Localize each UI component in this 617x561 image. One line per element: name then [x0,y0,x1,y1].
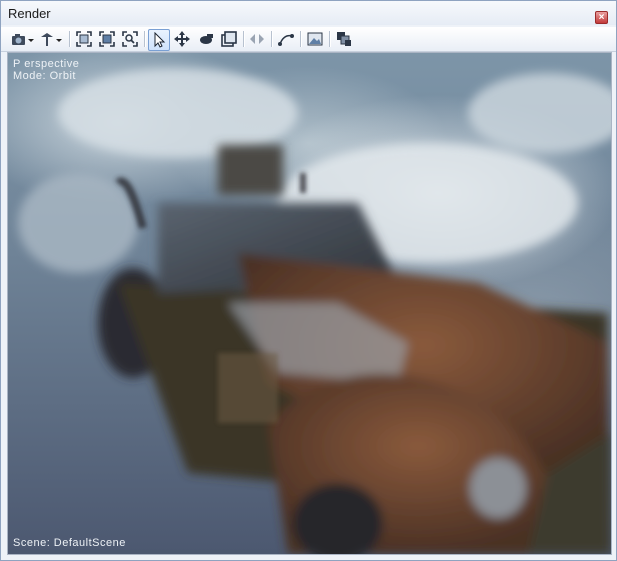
path-icon [278,34,294,46]
snap-button[interactable] [247,29,267,49]
light-icon [41,33,62,46]
rotate-icon [200,34,213,44]
mode-label: Mode: Orbit [13,70,76,82]
scene-label: Scene: DefaultScene [13,537,126,549]
image-icon [307,32,323,46]
zoom-extents-icon [122,31,138,47]
fit-view-button[interactable] [74,29,94,49]
frame-selected-icon [99,31,115,47]
frame-icon [76,31,92,47]
projection-label: P erspective [13,58,80,70]
layers-button[interactable] [334,29,354,49]
path-button[interactable] [276,29,296,49]
camera-dropdown-button[interactable] [11,29,35,49]
layers-icon [337,32,351,46]
render-window: Render × P erspective Mode: Orbit Scene:… [0,0,617,561]
cursor-icon [154,32,166,48]
light-dropdown-button[interactable] [39,29,63,49]
title-bar[interactable]: Render × [1,1,616,25]
toolbar [1,27,616,52]
move-tool-button[interactable] [172,29,192,49]
camera-icon [12,34,34,45]
image-button[interactable] [305,29,325,49]
render-viewport[interactable]: P erspective Mode: Orbit Scene: DefaultS… [7,52,612,555]
scale-icon [221,31,237,47]
rendered-truck-image [18,68,611,554]
snap-icon [250,34,264,44]
rotate-tool-button[interactable] [196,29,216,49]
fit-selection-button[interactable] [97,29,117,49]
close-button[interactable]: × [595,11,608,24]
move-icon [174,31,190,47]
zoom-extents-button[interactable] [120,29,140,49]
select-tool-button[interactable] [148,29,170,51]
scale-tool-button[interactable] [219,29,239,49]
window-title: Render [8,6,51,21]
